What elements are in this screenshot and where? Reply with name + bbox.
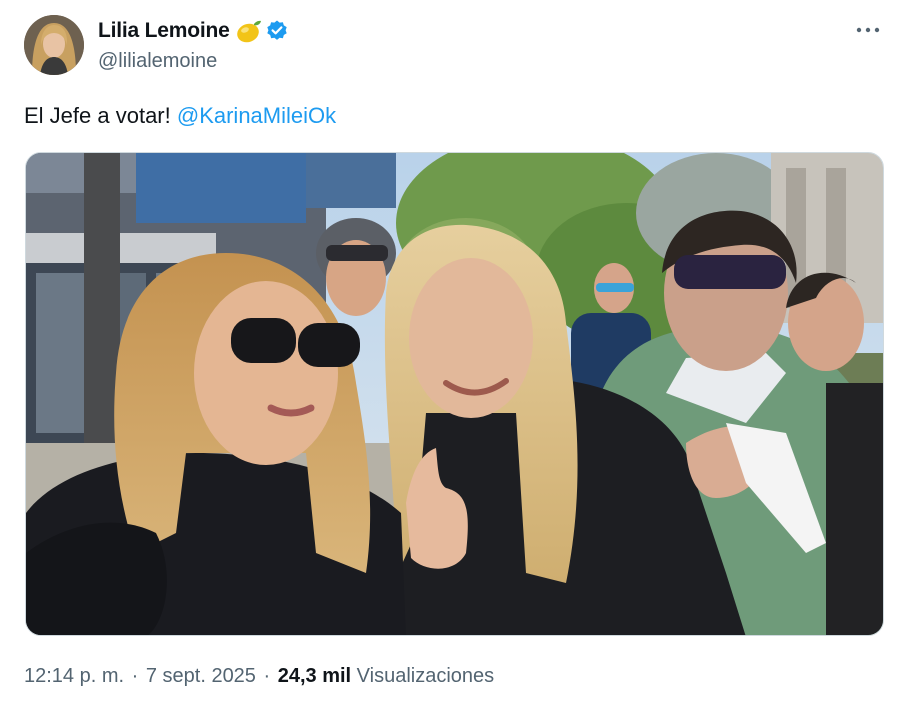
tweet-card: Lilia Lemoine @lilialemoine El Jefe a vo… [0, 0, 900, 711]
more-horizontal-icon [856, 27, 880, 33]
selfie-photo-image [26, 153, 883, 635]
tweet-metadata: 12:14 p. m. · 7 sept. 2025 · 24,3 mil Vi… [24, 665, 494, 688]
tweet-text-body: El Jefe a votar! [24, 103, 177, 128]
tweet-date[interactable]: 7 sept. 2025 [146, 665, 256, 687]
tweet-photo[interactable] [25, 152, 884, 636]
views-label[interactable]: Visualizaciones [357, 665, 495, 687]
avatar-photo [24, 15, 84, 75]
author-handle[interactable]: @lilialemoine [98, 50, 217, 73]
verified-badge-icon[interactable] [265, 19, 289, 43]
avatar[interactable] [24, 15, 84, 75]
mention-link[interactable]: @KarinaMileiOk [177, 103, 336, 128]
lemon-icon [234, 18, 262, 44]
tweet-time[interactable]: 12:14 p. m. [24, 665, 124, 687]
author-display-name[interactable]: Lilia Lemoine [98, 19, 230, 43]
meta-separator: · [126, 665, 144, 687]
views-count[interactable]: 24,3 mil [278, 665, 351, 687]
meta-separator-2: · [257, 665, 276, 687]
more-options-button[interactable] [854, 18, 882, 42]
author-name-row[interactable]: Lilia Lemoine [98, 17, 289, 45]
tweet-text: El Jefe a votar! @KarinaMileiOk [24, 102, 336, 130]
